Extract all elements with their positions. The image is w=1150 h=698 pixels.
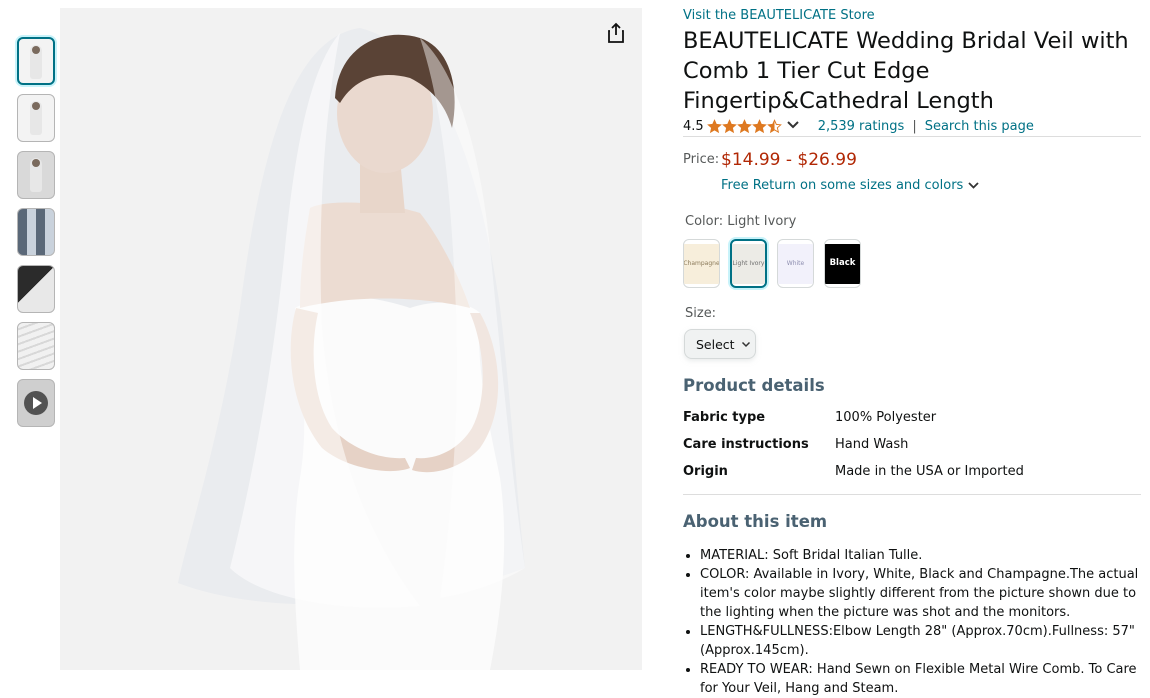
store-link[interactable]: Visit the BEAUTELICATE Store: [683, 8, 875, 23]
divider: [683, 494, 1141, 495]
star-rating[interactable]: [706, 118, 782, 134]
product-details-heading: Product details: [683, 376, 825, 395]
star-icon: [751, 118, 767, 133]
separator: |: [912, 118, 917, 134]
thumbnail-4[interactable]: [17, 208, 55, 256]
thumbnail-list: [17, 37, 55, 436]
list-item: COLOR: Available in Ivory, White, Black …: [700, 565, 1141, 622]
main-product-image[interactable]: [60, 8, 642, 670]
product-title: BEAUTELICATE Wedding Bridal Veil with Co…: [683, 28, 1129, 114]
chevron-down-icon: [968, 182, 979, 189]
share-icon[interactable]: [604, 21, 628, 45]
divider: [683, 136, 1141, 137]
swatch-white[interactable]: White: [777, 239, 814, 288]
details-value: Hand Wash: [835, 437, 909, 452]
thumbnail-3[interactable]: [17, 151, 55, 199]
swatch-light-ivory[interactable]: Light Ivory: [730, 239, 767, 288]
rating-row: 4.5 2,539 ratings | Search this page: [683, 117, 1034, 135]
star-icon: [706, 118, 722, 133]
free-return-link[interactable]: Free Return on some sizes and colors: [721, 178, 980, 193]
price-label: Price:: [683, 152, 720, 167]
about-bullets: MATERIAL: Soft Bridal Italian Tulle. COL…: [700, 546, 1141, 698]
swatch-black[interactable]: Black: [824, 239, 861, 288]
ratings-count-link[interactable]: 2,539 ratings: [818, 119, 905, 134]
size-label: Size:: [685, 306, 717, 321]
details-value: Made in the USA or Imported: [835, 464, 1024, 479]
star-icon: [736, 118, 752, 133]
rating-value: 4.5: [683, 118, 704, 134]
about-heading: About this item: [683, 512, 828, 531]
search-page-link[interactable]: Search this page: [925, 119, 1034, 134]
thumbnail-2[interactable]: [17, 94, 55, 142]
details-key: Origin: [683, 464, 728, 479]
list-item: MATERIAL: Soft Bridal Italian Tulle.: [700, 546, 1141, 565]
star-icon: [766, 118, 782, 133]
size-select-value: Select: [696, 336, 735, 352]
thumbnail-6[interactable]: [17, 322, 55, 370]
list-item: LENGTH&FULLNESS:Elbow Length 28" (Approx…: [700, 622, 1141, 660]
bride-veil-illustration: [60, 8, 642, 670]
details-key: Fabric type: [683, 410, 766, 425]
color-swatches: Champagne Light Ivory White Black: [683, 239, 861, 288]
star-icon: [721, 118, 737, 133]
thumbnail-7-video[interactable]: [17, 379, 55, 427]
list-item: READY TO WEAR: Hand Sewn on Flexible Met…: [700, 660, 1141, 698]
color-label: Color: Light Ivory: [685, 214, 797, 229]
chevron-down-icon: [741, 341, 750, 347]
size-select[interactable]: Select: [684, 329, 756, 359]
thumbnail-1[interactable]: [17, 37, 55, 85]
free-return-label: Free Return on some sizes and colors: [721, 178, 964, 193]
details-key: Care instructions: [683, 437, 809, 452]
swatch-champagne[interactable]: Champagne: [683, 239, 720, 288]
details-value: 100% Polyester: [835, 410, 937, 425]
price: $14.99 - $26.99: [721, 150, 857, 170]
thumbnail-5[interactable]: [17, 265, 55, 313]
play-icon: [24, 391, 48, 415]
chevron-down-icon[interactable]: [786, 119, 800, 134]
